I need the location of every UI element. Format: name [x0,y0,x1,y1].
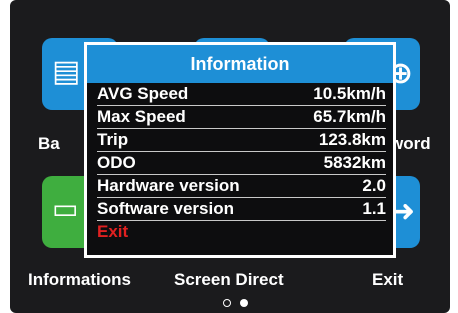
info-row-odo: ODO 5832km [97,152,386,175]
info-row-trip: Trip 123.8km [97,129,386,152]
page-dot-1[interactable] [223,299,231,307]
dialog-exit-button[interactable]: Exit [97,221,386,243]
info-value: 1.1 [362,199,386,218]
info-value: 10.5km/h [313,84,386,103]
battery-icon: ▤ [52,55,81,88]
info-value: 65.7km/h [313,107,386,126]
info-list: AVG Speed 10.5km/h Max Speed 65.7km/h Tr… [87,83,393,243]
dialog-title: Information [87,45,393,83]
exit-tile-label: Exit [372,270,404,289]
info-label: Trip [97,130,129,149]
device-screen: ▤ ⊕ Ba word ▭ ➜ Informations Screen Dire… [10,0,450,313]
info-label: Max Speed [97,107,186,126]
info-value: 123.8km [318,130,386,149]
battery-tile-label: Ba [38,134,60,153]
info-label: Hardware version [97,176,240,195]
password-tile-label: word [390,134,431,153]
info-row-avg-speed: AVG Speed 10.5km/h [97,83,386,106]
info-label: AVG Speed [97,84,189,103]
info-label: Software version [97,199,234,218]
info-screen-icon: ▭ [52,193,79,224]
information-dialog: Information AVG Speed 10.5km/h Max Speed… [84,42,396,258]
exit-label: Exit [97,222,129,241]
info-label: ODO [97,153,136,172]
info-value: 5832km [323,153,386,172]
page-dot-2[interactable] [240,299,248,307]
info-row-software-version: Software version 1.1 [97,198,386,221]
info-row-max-speed: Max Speed 65.7km/h [97,106,386,129]
informations-tile-label: Informations [28,270,131,289]
screen-direct-tile-label: Screen Direct [174,270,284,289]
info-row-hardware-version: Hardware version 2.0 [97,175,386,198]
info-value: 2.0 [362,176,386,195]
